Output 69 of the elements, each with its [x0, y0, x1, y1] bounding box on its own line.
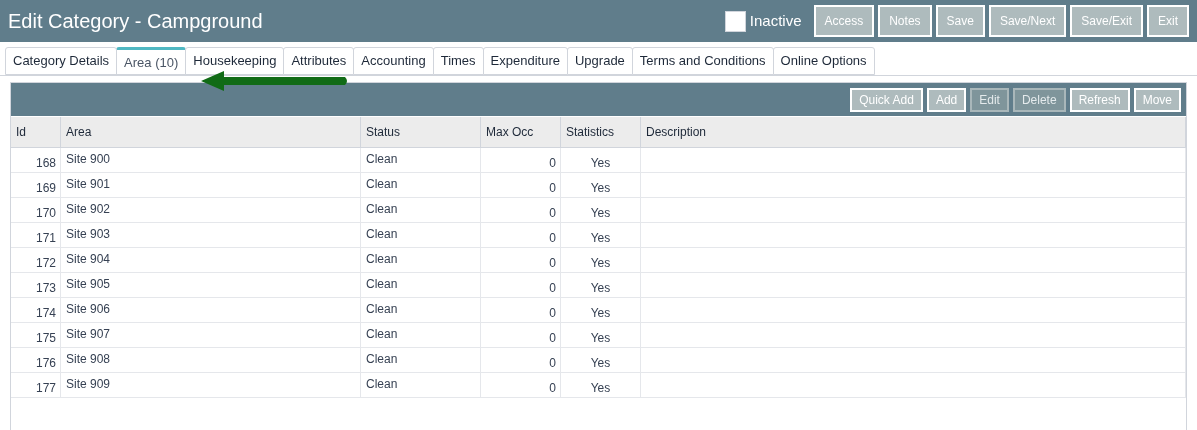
tab[interactable]: Times: [432, 47, 484, 75]
table-cell: 170: [11, 198, 61, 222]
column-header[interactable]: Max Occ: [481, 117, 561, 147]
column-header[interactable]: Status: [361, 117, 481, 147]
table-cell: Clean: [361, 348, 481, 372]
table-cell: Clean: [361, 198, 481, 222]
table-cell: 174: [11, 298, 61, 322]
tab[interactable]: Housekeeping: [185, 47, 285, 75]
table-cell: Site 909: [61, 373, 361, 397]
table-cell: Yes: [561, 148, 641, 172]
table-cell: Clean: [361, 373, 481, 397]
table-cell: 0: [481, 248, 561, 272]
column-header[interactable]: Statistics: [561, 117, 641, 147]
table-cell: Yes: [561, 373, 641, 397]
table-cell: Site 903: [61, 223, 361, 247]
table-cell: 171: [11, 223, 61, 247]
table-cell: Yes: [561, 173, 641, 197]
column-header[interactable]: Description: [641, 117, 1186, 147]
table-cell: Clean: [361, 298, 481, 322]
arrow-icon: [200, 71, 350, 91]
page-title: Edit Category - Campground: [8, 9, 264, 34]
table-cell: Clean: [361, 273, 481, 297]
table-cell: Clean: [361, 148, 481, 172]
tab[interactable]: Attributes: [283, 47, 355, 75]
table-cell: Clean: [361, 223, 481, 247]
table-cell: Yes: [561, 198, 641, 222]
table-cell: 0: [481, 323, 561, 347]
table-cell: Yes: [561, 223, 641, 247]
table-cell: 0: [481, 373, 561, 397]
table-cell: 168: [11, 148, 61, 172]
table-cell: 176: [11, 348, 61, 372]
column-header[interactable]: Id: [11, 117, 61, 147]
table-cell: 0: [481, 148, 561, 172]
table-cell: Yes: [561, 248, 641, 272]
tab[interactable]: Area (10): [116, 47, 187, 75]
table-cell: Clean: [361, 173, 481, 197]
tab[interactable]: Online Options: [772, 47, 875, 75]
table-cell: Site 908: [61, 348, 361, 372]
column-header[interactable]: Area: [61, 117, 361, 147]
table-cell: 175: [11, 323, 61, 347]
table-cell: Site 901: [61, 173, 361, 197]
tab[interactable]: Expenditure: [482, 47, 568, 75]
table-cell: 0: [481, 273, 561, 297]
table-cell: 172: [11, 248, 61, 272]
table-cell: 173: [11, 273, 61, 297]
table-cell: Yes: [561, 348, 641, 372]
table-cell: 169: [11, 173, 61, 197]
table-cell: 0: [481, 223, 561, 247]
table-cell: Site 900: [61, 148, 361, 172]
table-cell: 177: [11, 373, 61, 397]
table-cell: Site 905: [61, 273, 361, 297]
table-cell: Yes: [561, 273, 641, 297]
table-cell: Yes: [561, 323, 641, 347]
table-cell: Clean: [361, 323, 481, 347]
table-cell: 0: [481, 348, 561, 372]
table-cell: Site 907: [61, 323, 361, 347]
table-cell: Yes: [561, 298, 641, 322]
tab[interactable]: Accounting: [353, 47, 434, 75]
table-cell: Site 904: [61, 248, 361, 272]
tab[interactable]: Terms and Conditions: [631, 47, 774, 75]
table-cell: 0: [481, 298, 561, 322]
tab[interactable]: Upgrade: [567, 47, 633, 75]
inactive-label: Inactive: [749, 10, 802, 31]
table-cell: Clean: [361, 248, 481, 272]
table-cell: 0: [481, 198, 561, 222]
table-cell: Site 902: [61, 198, 361, 222]
table-cell: Site 906: [61, 298, 361, 322]
table-cell: 0: [481, 173, 561, 197]
tab[interactable]: Category Details: [5, 47, 118, 75]
